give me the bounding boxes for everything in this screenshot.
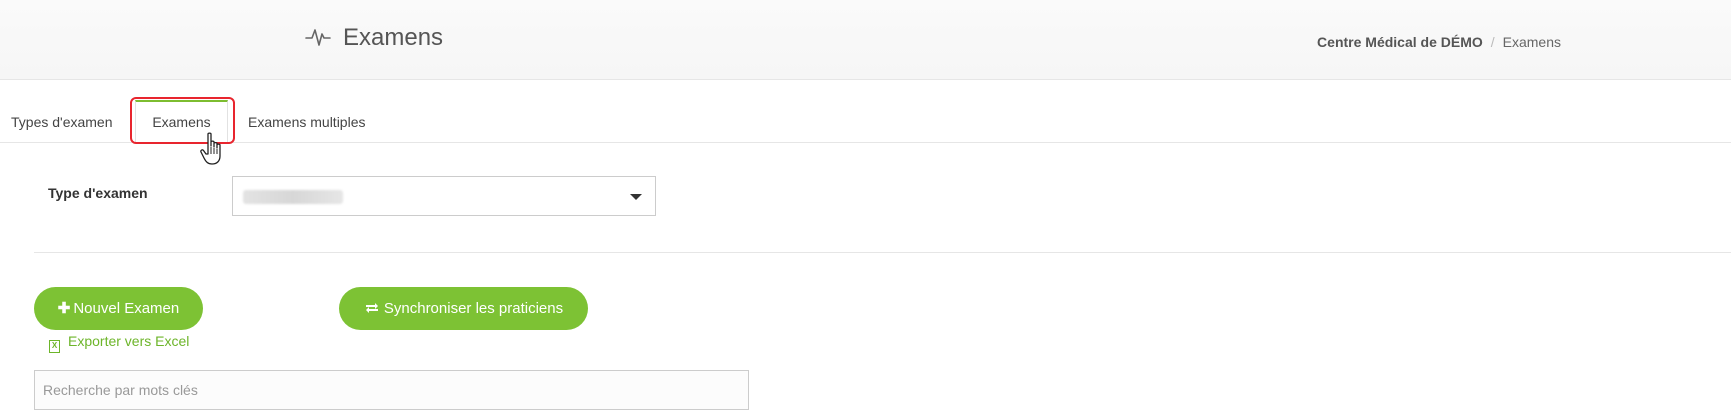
export-excel-link[interactable]: X Exporter vers Excel <box>49 333 189 353</box>
tab-types-examen[interactable]: Types d'examen <box>1 102 123 142</box>
selected-value-redacted <box>243 190 343 204</box>
chevron-down-icon <box>630 194 642 200</box>
plus-icon: ✚ <box>57 300 71 317</box>
breadcrumb-center[interactable]: Centre Médical de DÉMO <box>1317 34 1483 50</box>
page-header: Examens Centre Médical de DÉMO / Examens <box>0 0 1731 80</box>
sync-practitioners-button[interactable]: Synchroniser les praticiens <box>339 287 588 330</box>
excel-file-icon: X <box>49 340 60 353</box>
exam-type-label: Type d'examen <box>48 185 148 201</box>
page-title: Examens <box>343 24 444 51</box>
tab-examens-multiples[interactable]: Examens multiples <box>238 102 376 142</box>
new-exam-button[interactable]: ✚ Nouvel Examen <box>34 287 203 330</box>
breadcrumb: Centre Médical de DÉMO / Examens <box>1317 34 1561 50</box>
activity-pulse-icon <box>305 29 331 46</box>
tab-examens[interactable]: Examens <box>135 100 228 142</box>
export-label: Exporter vers Excel <box>68 333 190 349</box>
breadcrumb-current: Examens <box>1502 34 1561 50</box>
sync-label: Synchroniser les praticiens <box>383 300 564 317</box>
sync-icon <box>365 303 378 313</box>
breadcrumb-separator: / <box>1490 34 1495 50</box>
exam-type-select[interactable] <box>232 176 656 216</box>
section-divider <box>34 252 1731 253</box>
new-exam-label: Nouvel Examen <box>73 300 180 317</box>
tab-bar: Types d'examen Examens Examens multiples <box>0 80 1731 143</box>
keyword-search-input[interactable] <box>34 370 749 410</box>
